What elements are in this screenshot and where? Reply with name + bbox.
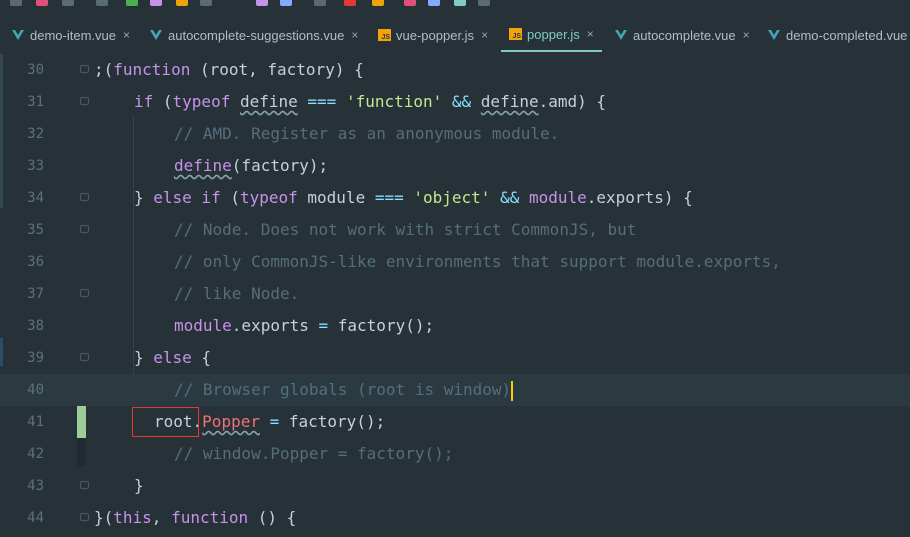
stop-icon[interactable] [62, 0, 74, 6]
tab-label: popper.js [527, 26, 580, 42]
code-line: 38 module.exports = factory(); [0, 310, 910, 342]
line-number: 43 [27, 478, 44, 494]
vcs-icon[interactable] [314, 0, 326, 6]
code-comment: // AMD. Register as an anonymous module. [174, 124, 560, 143]
tab-autocomplete-suggestions[interactable]: autocomplete-suggestions.vue × [150, 18, 358, 52]
fold-icon[interactable] [80, 97, 89, 105]
line-number: 36 [27, 254, 44, 270]
settings-icon[interactable] [256, 0, 268, 6]
line-number: 40 [27, 382, 44, 398]
line-number: 44 [27, 510, 44, 526]
line-number: 38 [27, 318, 44, 334]
code-comment: // Browser globals (root is window) [174, 380, 514, 401]
record-icon[interactable] [344, 0, 356, 6]
code-line: 37 // like Node. [0, 278, 910, 310]
build-icon[interactable] [96, 0, 108, 6]
code-line: 34 } else if (typeof module === 'object'… [0, 182, 910, 214]
fold-icon[interactable] [80, 481, 89, 489]
fold-icon[interactable] [80, 65, 89, 73]
tab-label: demo-item.vue [30, 27, 116, 43]
vue-file-icon [12, 30, 24, 40]
tab-vue-popper[interactable]: JS vue-popper.js × [378, 18, 488, 52]
fold-icon[interactable] [80, 513, 89, 521]
tab-popper[interactable]: JS popper.js × [501, 18, 602, 52]
selection-highlight-box [132, 407, 199, 437]
code-comment: // window.Popper = factory(); [174, 444, 454, 463]
line-number: 37 [27, 286, 44, 302]
code-text: } else { [134, 348, 212, 367]
line-number: 42 [27, 446, 44, 462]
tab-demo-item[interactable]: demo-item.vue × [12, 18, 130, 52]
tab-label: vue-popper.js [396, 27, 475, 43]
code-text: define(factory); [174, 156, 329, 175]
code-text: } else if (typeof module === 'object' &&… [134, 188, 693, 207]
code-line: 35 // Node. Does not work with strict Co… [0, 214, 910, 246]
code-line: 32 // AMD. Register as an anonymous modu… [0, 118, 910, 150]
fold-icon[interactable] [80, 289, 89, 297]
vue-file-icon [768, 30, 780, 40]
code-line: 30 ;(function (root, factory) { [0, 54, 910, 86]
code-line: 31 if (typeof define === 'function' && d… [0, 86, 910, 118]
code-line: 42 // window.Popper = factory(); [0, 438, 910, 470]
code-line-current: 40 // Browser globals (root is window) [0, 374, 910, 406]
code-comment: // Node. Does not work with strict Commo… [174, 220, 637, 239]
tab-label: autocomplete.vue [633, 27, 736, 43]
tab-label: demo-completed.vue [786, 27, 908, 43]
code-line: 33 define(factory); [0, 150, 910, 182]
line-number: 41 [27, 414, 44, 430]
text-caret [511, 380, 514, 401]
code-line: 44 }(this, function () { [0, 502, 910, 534]
code-text: }(this, function () { [94, 508, 297, 527]
close-icon[interactable]: × [587, 27, 594, 41]
tab-label: autocomplete-suggestions.vue [168, 27, 345, 43]
line-number: 33 [27, 158, 44, 174]
run-icon[interactable] [126, 0, 138, 6]
line-number: 30 [27, 62, 44, 78]
fold-icon[interactable] [80, 353, 89, 361]
redo-icon[interactable] [36, 0, 48, 6]
vue-file-icon [150, 30, 162, 40]
code-comment: // like Node. [174, 284, 300, 303]
code-comment: // only CommonJS-like environments that … [174, 252, 781, 271]
debug-icon[interactable] [150, 0, 162, 6]
close-icon[interactable]: × [743, 28, 750, 42]
toolbar [0, 0, 910, 10]
code-editor[interactable]: 30 ;(function (root, factory) { 31 if (t… [0, 54, 910, 537]
code-text: ;(function (root, factory) { [94, 60, 364, 79]
js-file-icon: JS [378, 29, 391, 41]
line-number: 34 [27, 190, 44, 206]
line-number: 35 [27, 222, 44, 238]
code-text: } [134, 476, 144, 495]
close-icon[interactable]: × [123, 28, 130, 42]
profile-icon[interactable] [200, 0, 212, 6]
code-line: 43 } [0, 470, 910, 502]
editor-tab-bar: demo-item.vue × autocomplete-suggestions… [0, 18, 910, 52]
tab-autocomplete[interactable]: autocomplete.vue × [615, 18, 750, 52]
line-number: 32 [27, 126, 44, 142]
structure-icon[interactable] [280, 0, 292, 6]
line-number: 31 [27, 94, 44, 110]
git-icon[interactable] [404, 0, 416, 6]
search-icon[interactable] [428, 0, 440, 6]
code-line: 39 } else { [0, 342, 910, 374]
line-number: 39 [27, 350, 44, 366]
more-icon[interactable] [478, 0, 490, 6]
coverage-icon[interactable] [176, 0, 188, 6]
js-file-icon: JS [509, 28, 522, 40]
terminal-icon[interactable] [454, 0, 466, 6]
undo-icon[interactable] [10, 0, 22, 6]
code-text: if (typeof define === 'function' && defi… [134, 92, 607, 111]
code-text: module.exports = factory(); [174, 316, 435, 335]
plugin-icon[interactable] [372, 0, 384, 6]
change-marker [77, 406, 86, 438]
close-icon[interactable]: × [351, 28, 358, 42]
code-line: 36 // only CommonJS-like environments th… [0, 246, 910, 278]
fold-icon[interactable] [80, 193, 89, 201]
fold-icon[interactable] [80, 225, 89, 233]
vue-file-icon [615, 30, 627, 40]
change-marker [77, 438, 86, 466]
close-icon[interactable]: × [481, 28, 488, 42]
tab-demo-completed[interactable]: demo-completed.vue [768, 18, 907, 52]
